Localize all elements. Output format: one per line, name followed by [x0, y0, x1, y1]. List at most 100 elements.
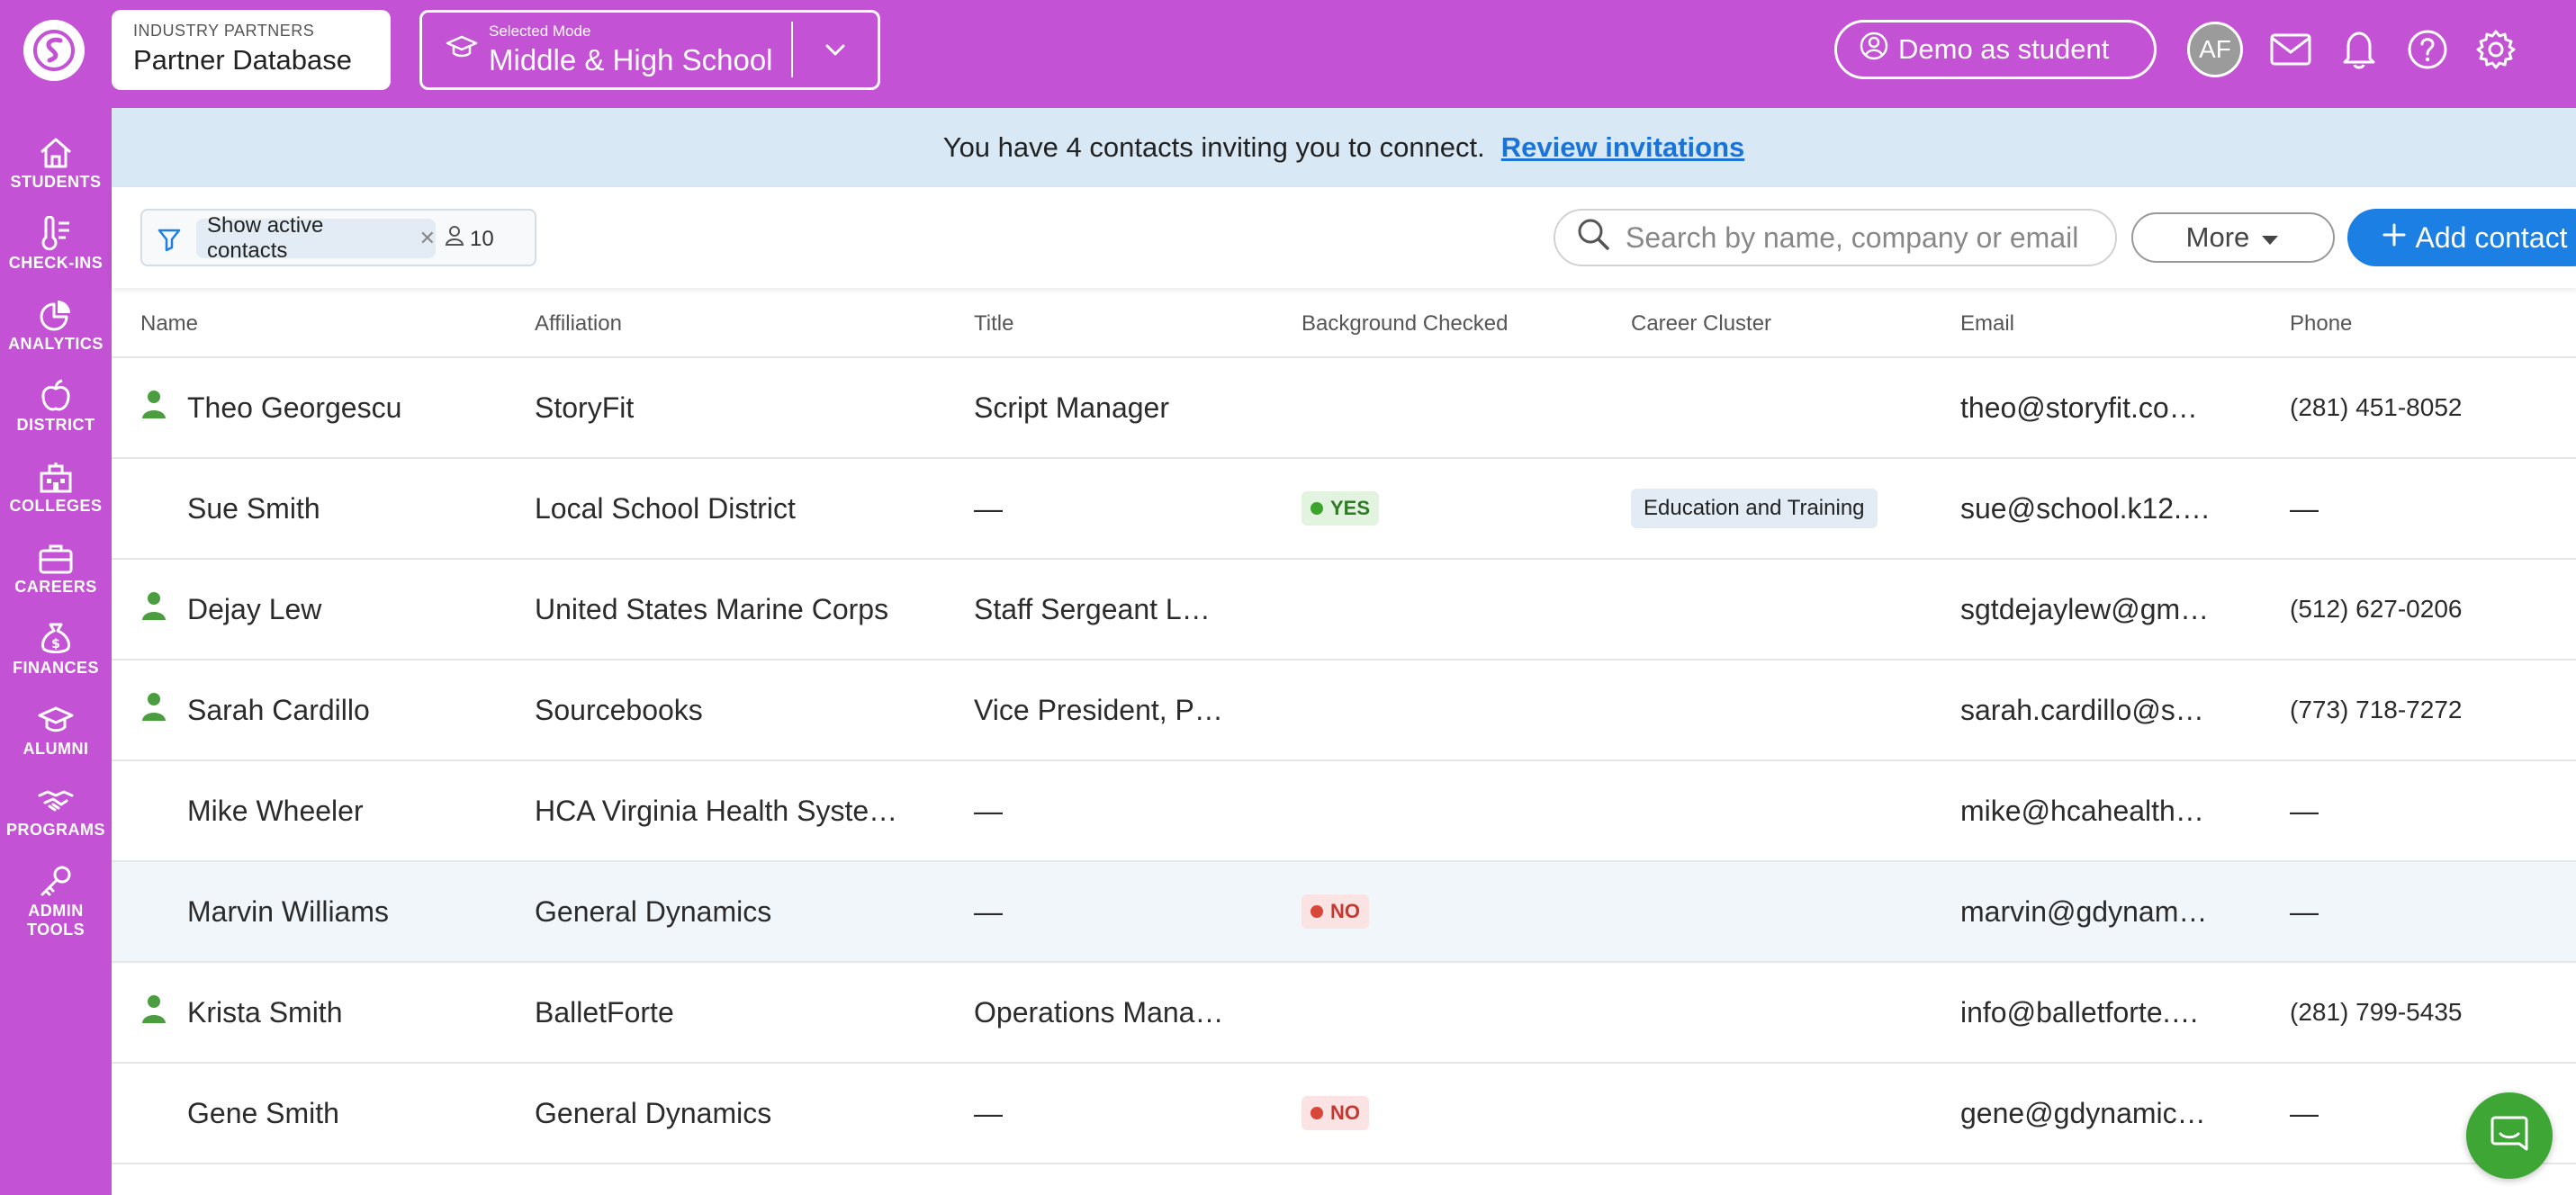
- status-dot-icon: [1311, 905, 1323, 918]
- cell-phone: —: [2290, 894, 2319, 928]
- sidebar-item-admin-tools[interactable]: ADMIN TOOLS: [0, 864, 112, 963]
- contact-count: 10: [445, 225, 494, 253]
- active-contacts-filter-chip[interactable]: Show active contacts ✕: [196, 213, 436, 263]
- cell-email[interactable]: sgtdejaylew@gm…: [1960, 560, 2209, 659]
- sidebar-item-label: PROGRAMS: [5, 821, 105, 839]
- background-status-label: NO: [1330, 900, 1360, 922]
- briefcase-icon: [0, 540, 112, 576]
- swoosh-logo-icon[interactable]: [23, 20, 85, 81]
- demo-as-student-button[interactable]: Demo as student: [1834, 20, 2157, 79]
- apple-icon: [0, 378, 112, 414]
- close-icon[interactable]: ✕: [419, 227, 436, 250]
- cell-name: Sue Smith: [187, 491, 320, 525]
- home-icon: [0, 135, 112, 171]
- table-row[interactable]: Theo Georgescu StoryFit Script Manager theo…: [112, 358, 2576, 459]
- cell-title: —: [974, 894, 1003, 928]
- sidebar-item-careers[interactable]: CAREERS: [0, 540, 112, 617]
- cell-title: —: [974, 1096, 1003, 1129]
- active-person-icon: [140, 389, 167, 424]
- cell-phone: (281) 799-5435: [2290, 998, 2463, 1026]
- avatar[interactable]: AF: [2187, 22, 2243, 77]
- table-row[interactable]: Sarah Cardillo Sourcebooks Vice President,…: [112, 660, 2576, 761]
- sidebar-item-label: COLLEGES: [9, 497, 103, 515]
- sidebar: STUDENTS CHECK-INS ANALYTICS DISTRICT CO…: [0, 108, 112, 1195]
- cell-name: Sarah Cardillo: [187, 693, 370, 726]
- sidebar-item-label-line2: TOOLS: [26, 921, 86, 939]
- caret-down-icon: [2260, 221, 2280, 254]
- sidebar-item-district[interactable]: DISTRICT: [0, 378, 112, 455]
- cell-name: Gene Smith: [187, 1096, 339, 1129]
- sidebar-item-label: ALUMNI: [23, 740, 89, 758]
- building-icon: [0, 459, 112, 495]
- sidebar-item-analytics[interactable]: ANALYTICS: [0, 297, 112, 374]
- table-row[interactable]: Krista Smith BalletForte Operations Mana… i…: [112, 963, 2576, 1064]
- background-status-label: NO: [1330, 1101, 1360, 1124]
- column-header-background-checked[interactable]: Background Checked: [1302, 311, 1508, 337]
- person-icon: [445, 225, 464, 253]
- cell-email[interactable]: mike@hcahealth…: [1960, 761, 2204, 860]
- search-input[interactable]: Search by name, company or email: [1554, 209, 2117, 266]
- chat-icon: [2489, 1113, 2530, 1159]
- cell-affiliation: Sourcebooks: [535, 693, 703, 726]
- cell-name: Theo Georgescu: [187, 391, 402, 424]
- cell-name: Krista Smith: [187, 995, 343, 1029]
- cell-title: Operations Mana…: [974, 995, 1224, 1029]
- status-dot-icon: [1311, 502, 1323, 515]
- column-header-career-cluster[interactable]: Career Cluster: [1631, 311, 1771, 337]
- add-contact-button[interactable]: Add contact: [2347, 209, 2576, 266]
- table-header: Name Affiliation Title Background Checke…: [112, 288, 2576, 358]
- sidebar-item-alumni[interactable]: ALUMNI: [0, 702, 112, 779]
- sidebar-item-label: FINANCES: [12, 659, 99, 677]
- mode-selector[interactable]: Selected Mode Middle & High School: [419, 10, 880, 90]
- cell-email[interactable]: theo@storyfit.co…: [1960, 358, 2198, 457]
- background-status-label: YES: [1330, 497, 1371, 519]
- sidebar-item-programs[interactable]: PROGRAMS: [0, 783, 112, 860]
- cell-email[interactable]: sarah.cardillo@s…: [1960, 660, 2204, 759]
- sidebar-item-students[interactable]: STUDENTS: [0, 135, 112, 212]
- partner-kicker: INDUSTRY PARTNERS: [133, 22, 315, 40]
- mode-kicker: Selected Mode: [489, 22, 591, 40]
- filter-icon[interactable]: [157, 227, 182, 256]
- cell-title: Staff Sergeant L…: [974, 592, 1211, 625]
- cell-phone: (773) 718-7272: [2290, 696, 2463, 723]
- filter-bar[interactable]: Show active contacts ✕ 10: [140, 209, 536, 266]
- cell-phone: (512) 627-0206: [2290, 595, 2463, 623]
- sidebar-item-finances[interactable]: $ FINANCES: [0, 621, 112, 698]
- mail-icon[interactable]: [2266, 25, 2315, 74]
- column-header-phone[interactable]: Phone: [2290, 311, 2352, 337]
- table-row[interactable]: Mike Wheeler HCA Virginia Health Syste… — m…: [112, 761, 2576, 862]
- cell-email[interactable]: info@balletforte.…: [1960, 963, 2200, 1062]
- chat-button[interactable]: [2466, 1092, 2553, 1179]
- gear-icon[interactable]: [2472, 25, 2520, 74]
- chevron-down-icon[interactable]: [822, 36, 849, 67]
- contact-count-value: 10: [470, 226, 494, 251]
- add-contact-label: Add contact: [2415, 220, 2568, 254]
- sidebar-item-check-ins[interactable]: CHECK-INS: [0, 216, 112, 293]
- cell-title: —: [974, 491, 1003, 525]
- banner-text: You have 4 contacts inviting you to conn…: [942, 131, 1485, 163]
- table-row[interactable]: Dejay Lew United States Marine Corps Staff…: [112, 560, 2576, 660]
- column-header-name[interactable]: Name: [140, 311, 198, 337]
- table-row[interactable]: Gene Smith General Dynamics — NO gene@gdynam…: [112, 1064, 2576, 1164]
- cell-name: Dejay Lew: [187, 592, 322, 625]
- more-button[interactable]: More: [2131, 212, 2335, 263]
- help-icon[interactable]: [2403, 25, 2452, 74]
- cell-email[interactable]: sue@school.k12.…: [1960, 459, 2211, 558]
- cell-title: —: [974, 794, 1003, 827]
- cell-email[interactable]: marvin@gdynam…: [1960, 862, 2207, 961]
- column-header-email[interactable]: Email: [1960, 311, 2014, 337]
- partner-database-selector[interactable]: INDUSTRY PARTNERS Partner Database: [112, 10, 391, 90]
- bell-icon[interactable]: [2335, 25, 2383, 74]
- table-row[interactable]: Marvin Williams General Dynamics — NO marvin…: [112, 862, 2576, 963]
- table-row[interactable]: Sue Smith Local School District — YES Educat…: [112, 459, 2576, 560]
- money-bag-icon: $: [0, 621, 112, 657]
- sidebar-item-colleges[interactable]: COLLEGES: [0, 459, 112, 536]
- cell-phone: —: [2290, 491, 2319, 525]
- graduation-cap-icon: [0, 702, 112, 738]
- column-header-affiliation[interactable]: Affiliation: [535, 311, 622, 337]
- partner-title: Partner Database: [133, 44, 352, 76]
- cell-email[interactable]: gene@gdynamic…: [1960, 1064, 2206, 1163]
- review-invitations-link[interactable]: Review invitations: [1501, 131, 1744, 164]
- column-header-title[interactable]: Title: [974, 311, 1013, 337]
- cell-affiliation: StoryFit: [535, 391, 635, 424]
